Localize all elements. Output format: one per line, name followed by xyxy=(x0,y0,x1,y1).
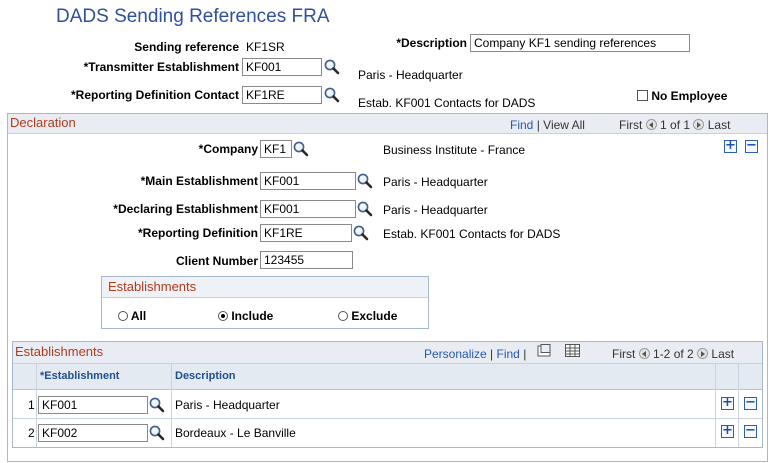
delete-row-button[interactable]: − xyxy=(744,396,757,410)
radio-icon[interactable] xyxy=(118,311,128,321)
separator: | xyxy=(490,347,494,361)
search-icon[interactable] xyxy=(356,172,374,190)
page-title: DADS Sending References FRA xyxy=(56,6,330,27)
delete-row-button[interactable]: − xyxy=(744,424,757,438)
no-employee-checkbox[interactable]: No Employee xyxy=(637,89,727,103)
personalize-link[interactable]: Personalize xyxy=(424,347,487,361)
reporting-definition-input[interactable]: KF1RE xyxy=(260,224,352,242)
separator: | xyxy=(536,118,540,132)
first-label[interactable]: First xyxy=(619,118,642,132)
radio-all-label: All xyxy=(130,309,147,323)
radio-icon[interactable] xyxy=(338,311,348,321)
main-establishment-input[interactable]: KF001 xyxy=(260,172,356,190)
download-icon[interactable] xyxy=(565,344,580,357)
transmitter-label: *Transmitter Establishment xyxy=(83,60,239,74)
search-icon[interactable] xyxy=(323,86,341,104)
search-icon[interactable] xyxy=(356,200,374,218)
company-description: Business Institute - France xyxy=(383,143,526,157)
column-description[interactable]: Description xyxy=(175,370,236,382)
radio-include[interactable]: Include xyxy=(218,309,273,323)
search-icon[interactable] xyxy=(148,424,166,442)
view-icon[interactable] xyxy=(537,344,552,358)
row-description: Paris - Headquarter xyxy=(175,398,280,412)
reporting-definition-description: Estab. KF001 Contacts for DADS xyxy=(383,227,561,241)
description-field[interactable]: Company KF1 sending references xyxy=(470,34,690,52)
reporting-contact-label: *Reporting Definition Contact xyxy=(71,88,239,102)
establishment-input[interactable]: KF002 xyxy=(38,424,148,442)
radio-selected-icon[interactable] xyxy=(218,311,228,321)
radio-exclude[interactable]: Exclude xyxy=(338,309,397,323)
client-number-input[interactable]: 123455 xyxy=(260,251,353,269)
transmitter-description: Paris - Headquarter xyxy=(358,68,463,82)
radio-exclude-label: Exclude xyxy=(351,309,398,323)
declaring-establishment-input[interactable]: KF001 xyxy=(260,200,356,218)
column-establishment[interactable]: *Establishment xyxy=(40,370,119,382)
reporting-contact-description: Estab. KF001 Contacts for DADS xyxy=(358,96,536,110)
view-all-link[interactable]: View All xyxy=(543,118,585,132)
grid-column-header xyxy=(13,364,762,390)
sending-reference-value: KF1SR xyxy=(246,40,285,54)
add-row-button[interactable]: + xyxy=(721,424,734,438)
add-row-button[interactable]: + xyxy=(721,396,734,410)
no-employee-label: No Employee xyxy=(651,89,728,103)
radio-all[interactable]: All xyxy=(118,309,146,323)
row-number: 2 xyxy=(28,426,35,440)
record-counter: 1 of 1 xyxy=(660,118,691,132)
main-establishment-description: Paris - Headquarter xyxy=(383,175,488,189)
left-arrow-icon[interactable] xyxy=(645,119,657,130)
search-icon[interactable] xyxy=(292,140,310,158)
grid-counter: 1-2 of 2 xyxy=(653,347,694,361)
last-label[interactable]: Last xyxy=(708,118,731,132)
left-arrow-icon[interactable] xyxy=(638,348,650,359)
right-arrow-icon[interactable] xyxy=(693,119,705,130)
row-number: 1 xyxy=(28,398,35,412)
delete-row-button[interactable]: − xyxy=(745,139,758,153)
transmitter-input[interactable]: KF001 xyxy=(242,58,322,76)
declaration-nav: Find | View All xyxy=(510,118,585,132)
row-description: Bordeaux - Le Banville xyxy=(175,426,296,440)
reporting-definition-label: *Reporting Definition xyxy=(138,226,258,240)
find-link[interactable]: Find xyxy=(510,118,533,132)
search-icon[interactable] xyxy=(323,58,341,76)
company-label: *Company xyxy=(198,142,258,156)
establishments-grid-title: Establishments xyxy=(15,344,104,359)
declaration-pager: First 1 of 1 Last xyxy=(619,118,730,132)
establishments-group-title: Establishments xyxy=(108,279,197,294)
grid-tools: Personalize | Find | xyxy=(424,347,526,361)
sending-reference-label: Sending reference xyxy=(134,40,239,54)
grid-pager: First 1-2 of 2 Last xyxy=(612,347,734,361)
main-establishment-label: *Main Establishment xyxy=(140,174,258,188)
search-icon[interactable] xyxy=(352,224,370,242)
search-icon[interactable] xyxy=(148,396,166,414)
description-label: *Description xyxy=(396,36,467,50)
declaration-title: Declaration xyxy=(10,115,76,130)
company-input[interactable]: KF1 xyxy=(260,140,292,158)
reporting-contact-input[interactable]: KF1RE xyxy=(242,86,322,104)
last-label[interactable]: Last xyxy=(711,347,734,361)
checkbox-icon[interactable] xyxy=(637,90,648,101)
radio-include-label: Include xyxy=(231,309,274,323)
find-link[interactable]: Find xyxy=(497,347,520,361)
separator: | xyxy=(523,347,527,361)
add-row-button[interactable]: + xyxy=(724,139,737,153)
declaring-establishment-label: *Declaring Establishment xyxy=(113,202,258,216)
right-arrow-icon[interactable] xyxy=(697,348,709,359)
declaring-establishment-description: Paris - Headquarter xyxy=(383,203,488,217)
first-label[interactable]: First xyxy=(612,347,635,361)
client-number-label: Client Number xyxy=(175,254,258,268)
establishment-input[interactable]: KF001 xyxy=(38,396,148,414)
